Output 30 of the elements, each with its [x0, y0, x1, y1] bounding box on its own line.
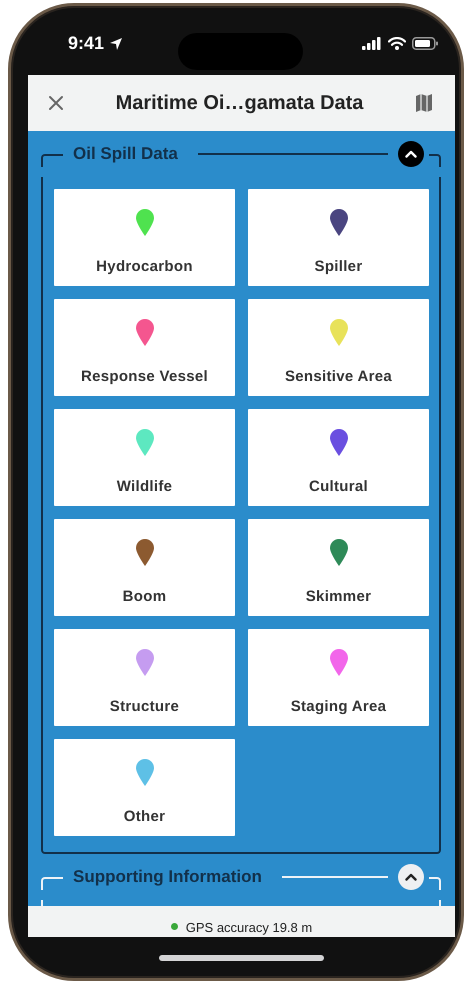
chevron-up-icon	[405, 873, 417, 881]
frame-corner	[41, 877, 63, 890]
category-button[interactable]: Cultural	[248, 409, 429, 506]
status-time: 9:41	[68, 33, 104, 54]
category-button[interactable]: Sensitive Area	[248, 299, 429, 396]
frame-corner	[429, 877, 441, 890]
wifi-icon	[388, 37, 406, 50]
map-button[interactable]	[414, 93, 433, 113]
category-button[interactable]: Structure	[54, 629, 235, 726]
close-button[interactable]	[48, 95, 64, 111]
frame-corner	[41, 154, 63, 167]
category-button[interactable]: Skimmer	[248, 519, 429, 616]
collapse-button[interactable]	[398, 864, 424, 890]
category-button[interactable]: Response Vessel	[54, 299, 235, 396]
section-title: Supporting Information	[72, 867, 263, 887]
category-button[interactable]: Other	[54, 739, 235, 836]
signal-icon	[362, 37, 382, 50]
section-title: Oil Spill Data	[72, 144, 179, 164]
category-button[interactable]: Hydrocarbon	[54, 189, 235, 286]
category-button[interactable]: Staging Area	[248, 629, 429, 726]
window-title: Maritime Oi…gamata Data	[116, 92, 364, 114]
location-arrow-icon	[109, 36, 124, 50]
chevron-up-icon	[405, 150, 417, 158]
collapse-button[interactable]	[398, 141, 424, 167]
gps-accuracy: GPS accuracy 19.8 m	[186, 920, 312, 935]
battery-icon	[412, 37, 439, 50]
category-button[interactable]: Spiller	[248, 189, 429, 286]
frame-corner	[429, 154, 441, 167]
category-button[interactable]: Wildlife	[54, 409, 235, 506]
category-button[interactable]: Boom	[54, 519, 235, 616]
